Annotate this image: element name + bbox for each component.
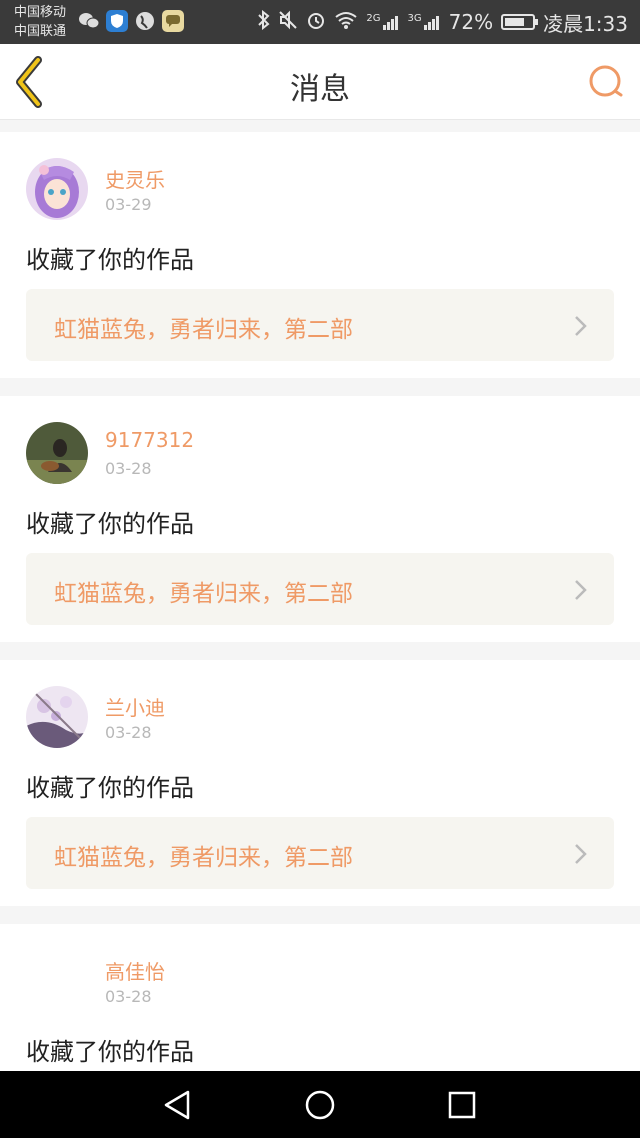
notification-icons (78, 10, 184, 32)
avatar[interactable] (26, 422, 88, 484)
app-header: 消息 (0, 44, 640, 120)
message-date: 03-29 (105, 195, 152, 214)
wechat-icon (78, 10, 100, 32)
status-bar: 中国移动 中国联通 2G 3G 72% 凌晨1:33 (0, 0, 640, 44)
action-text: 收藏了你的作品 (26, 1038, 194, 1066)
clock: 凌晨1:33 (543, 11, 628, 36)
circle-home-icon (305, 1090, 335, 1120)
work-title: 虹猫蓝兔，勇者归来，第二部 (54, 581, 353, 607)
shield-icon (106, 10, 128, 32)
chat-bubble-icon (162, 10, 184, 32)
signal-2g: 2G (366, 13, 399, 31)
username[interactable]: 9177312 (105, 428, 194, 452)
carrier-1: 中国移动 (14, 5, 67, 20)
triangle-back-icon (164, 1090, 190, 1120)
avatar[interactable] (26, 158, 88, 220)
message-card: 9177312 03-28 收藏了你的作品 虹猫蓝兔，勇者归来，第二部 (0, 396, 640, 642)
signal-3g: 3G (408, 13, 441, 31)
action-text: 收藏了你的作品 (26, 774, 194, 802)
work-link[interactable]: 虹猫蓝兔，勇者归来，第二部 (26, 289, 614, 361)
message-list[interactable]: 史灵乐 03-29 收藏了你的作品 虹猫蓝兔，勇者归来，第二部 9177312 … (0, 121, 640, 1071)
message-card: 高佳怡 03-28 收藏了你的作品 (0, 924, 640, 1071)
work-title: 虹猫蓝兔，勇者归来，第二部 (54, 845, 353, 871)
work-link[interactable]: 虹猫蓝兔，勇者归来，第二部 (26, 553, 614, 625)
globe-icon (134, 10, 156, 32)
message-card: 兰小迪 03-28 收藏了你的作品 虹猫蓝兔，勇者归来，第二部 (0, 660, 640, 906)
carrier-info: 中国移动 中国联通 (14, 3, 66, 41)
search-button[interactable] (586, 62, 626, 102)
message-date: 03-28 (105, 459, 152, 478)
nav-recent-button[interactable] (445, 1088, 479, 1122)
battery-percent: 72% (448, 10, 494, 34)
message-date: 03-28 (105, 987, 152, 1006)
message-card: 史灵乐 03-29 收藏了你的作品 虹猫蓝兔，勇者归来，第二部 (0, 132, 640, 378)
chevron-right-icon (575, 316, 587, 336)
alarm-icon (306, 10, 326, 35)
avatar[interactable] (26, 686, 88, 748)
work-title: 虹猫蓝兔，勇者归来，第二部 (54, 317, 353, 343)
work-link[interactable]: 虹猫蓝兔，勇者归来，第二部 (26, 817, 614, 889)
message-date: 03-28 (105, 723, 152, 742)
nav-home-button[interactable] (303, 1088, 337, 1122)
action-text: 收藏了你的作品 (26, 246, 194, 274)
username[interactable]: 高佳怡 (105, 956, 165, 985)
avatar[interactable] (26, 950, 88, 1012)
page-title: 消息 (290, 72, 350, 107)
action-text: 收藏了你的作品 (26, 510, 194, 538)
battery-fill (505, 18, 525, 26)
battery-icon (501, 14, 539, 30)
bluetooth-icon (258, 9, 270, 35)
search-icon (589, 65, 623, 97)
chevron-right-icon (575, 580, 587, 600)
username[interactable]: 史灵乐 (105, 164, 165, 193)
carrier-2: 中国联通 (14, 24, 67, 39)
system-nav-bar (0, 1071, 640, 1138)
nav-back-button[interactable] (160, 1088, 194, 1122)
net-3g-label: 3G (407, 13, 422, 24)
mute-icon (278, 10, 298, 35)
system-status: 2G 3G 72% 凌晨1:33 (258, 8, 628, 36)
wifi-icon (334, 10, 358, 35)
chevron-right-icon (575, 844, 587, 864)
username[interactable]: 兰小迪 (105, 692, 165, 721)
net-2g-label: 2G (366, 13, 381, 24)
square-recent-icon (448, 1091, 476, 1119)
